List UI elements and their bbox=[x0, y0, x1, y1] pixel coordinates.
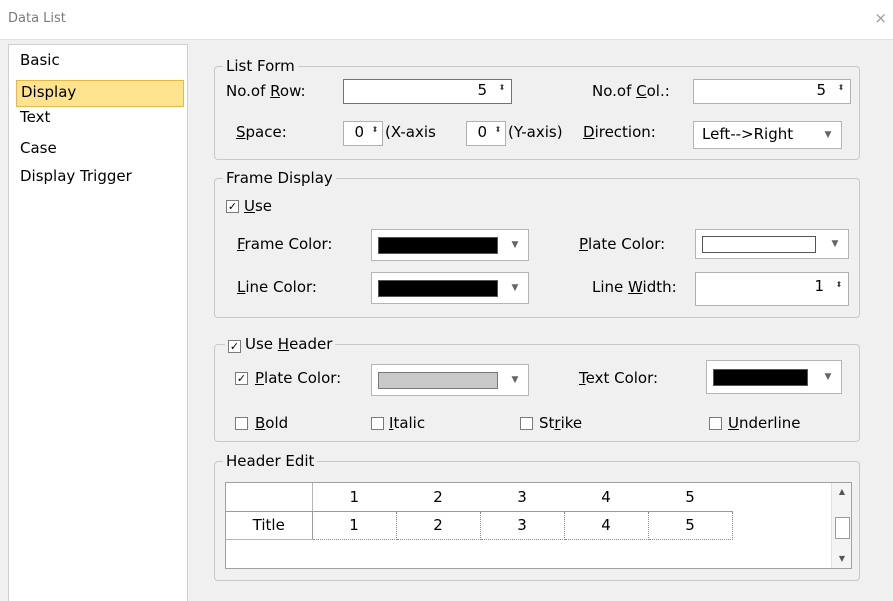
line-width-label: Line Width: bbox=[592, 278, 677, 296]
chevron-down-icon[interactable]: ▼ bbox=[819, 122, 837, 148]
sidebar-item-display[interactable]: Display bbox=[16, 80, 184, 107]
x-axis-label: (X-axis bbox=[385, 123, 436, 141]
y-space-stepper[interactable]: 0 ⬍ bbox=[466, 121, 506, 146]
use-frame-label: Use bbox=[244, 197, 273, 215]
row-count-label: No.of Row: bbox=[226, 82, 306, 100]
direction-label: Direction: bbox=[583, 123, 656, 141]
col-count-stepper[interactable]: 5 ⬍ bbox=[693, 79, 851, 104]
column-header: 5 bbox=[648, 483, 732, 512]
header-plate-color-picker[interactable]: ▼ bbox=[371, 364, 529, 396]
bold-label: Bold bbox=[255, 414, 289, 432]
line-color-label: Line Color: bbox=[237, 278, 317, 296]
sidebar-item-case[interactable]: Case bbox=[16, 137, 184, 164]
table-cell[interactable]: 1 bbox=[312, 511, 397, 540]
table-cell[interactable]: 5 bbox=[648, 511, 733, 540]
frame-display-group: Frame Display ✓ Use Frame Color: ▼ Plate… bbox=[214, 169, 860, 318]
table-cell[interactable]: 2 bbox=[396, 511, 481, 540]
plate-color-swatch bbox=[702, 236, 816, 253]
scroll-down-icon[interactable]: ▼ bbox=[832, 550, 852, 568]
column-header: 1 bbox=[312, 483, 396, 512]
header-edit-legend: Header Edit bbox=[223, 452, 318, 470]
line-color-picker[interactable]: ▼ bbox=[371, 272, 529, 304]
row-header-cell: Title bbox=[226, 511, 313, 540]
header-table: 1 2 3 4 5 Title 1 2 3 4 5 bbox=[226, 483, 733, 540]
line-color-swatch bbox=[378, 280, 498, 297]
list-form-legend: List Form bbox=[223, 57, 298, 75]
spinner-icon[interactable]: ⬍ bbox=[496, 83, 508, 101]
vertical-scrollbar[interactable]: ▲ ▼ bbox=[831, 483, 851, 568]
header-edit-group: Header Edit 1 2 3 4 5 Title 1 2 3 4 5 ▲ … bbox=[214, 452, 860, 581]
chevron-down-icon[interactable]: ▼ bbox=[506, 365, 524, 395]
space-label: Space: bbox=[236, 123, 287, 141]
sidebar-item-text[interactable]: Text bbox=[16, 106, 184, 133]
frame-color-picker[interactable]: ▼ bbox=[371, 229, 529, 261]
column-header: 4 bbox=[564, 483, 648, 512]
spinner-icon[interactable]: ⬍ bbox=[835, 83, 847, 101]
bold-checkbox[interactable] bbox=[235, 417, 248, 430]
scroll-thumb[interactable] bbox=[835, 517, 850, 539]
sidebar-item-basic[interactable]: Basic bbox=[16, 49, 184, 76]
list-form-group: List Form No.of Row: 5 ⬍ No.of Col.: 5 ⬍… bbox=[214, 57, 860, 160]
line-width-value: 1 bbox=[814, 277, 824, 295]
column-header: 2 bbox=[396, 483, 480, 512]
table-header-row: 1 2 3 4 5 bbox=[226, 483, 732, 512]
use-header-checkbox[interactable]: ✓ bbox=[228, 340, 241, 353]
plate-color-label: Plate Color: bbox=[579, 235, 666, 253]
chevron-down-icon[interactable]: ▼ bbox=[506, 230, 524, 260]
category-list: Basic Display Text Case Display Trigger bbox=[8, 44, 188, 601]
spinner-icon[interactable]: ⬍ bbox=[833, 280, 845, 298]
row-count-value: 5 bbox=[477, 81, 487, 99]
frame-color-swatch bbox=[378, 237, 498, 254]
col-count-label: No.of Col.: bbox=[592, 82, 670, 100]
close-icon[interactable]: × bbox=[874, 9, 887, 27]
italic-label: Italic bbox=[389, 414, 426, 432]
title-bar: Data List × bbox=[0, 0, 893, 40]
underline-label: Underline bbox=[728, 414, 801, 432]
y-axis-label: (Y-axis) bbox=[508, 123, 563, 141]
y-space-value: 0 bbox=[477, 123, 487, 141]
frame-color-label: Frame Color: bbox=[237, 235, 333, 253]
table-cell[interactable]: 3 bbox=[480, 511, 565, 540]
spinner-icon[interactable]: ⬍ bbox=[369, 125, 381, 143]
table-corner-cell bbox=[226, 483, 313, 512]
col-count-value: 5 bbox=[816, 81, 826, 99]
line-width-stepper[interactable]: 1 ⬍ bbox=[695, 272, 849, 306]
x-space-value: 0 bbox=[354, 123, 364, 141]
scroll-up-icon[interactable]: ▲ bbox=[832, 483, 852, 501]
strike-label: Strike bbox=[539, 414, 583, 432]
plate-color-picker[interactable]: ▼ bbox=[695, 229, 849, 259]
header-plate-color-label: Plate Color: bbox=[255, 369, 342, 387]
table-row: Title 1 2 3 4 5 bbox=[226, 511, 733, 540]
header-plate-color-swatch bbox=[378, 372, 498, 389]
data-list-dialog: Data List × Basic Display Text Case Disp… bbox=[0, 0, 893, 601]
italic-checkbox[interactable] bbox=[371, 417, 384, 430]
chevron-down-icon[interactable]: ▼ bbox=[826, 230, 844, 258]
table-cell[interactable]: 4 bbox=[564, 511, 649, 540]
column-header: 3 bbox=[480, 483, 564, 512]
use-header-legend: ✓ Use Header bbox=[225, 335, 336, 353]
underline-checkbox[interactable] bbox=[709, 417, 722, 430]
spinner-icon[interactable]: ⬍ bbox=[492, 125, 504, 143]
header-plate-color-checkbox[interactable]: ✓ bbox=[235, 372, 248, 385]
x-space-stepper[interactable]: 0 ⬍ bbox=[343, 121, 383, 146]
header-text-color-label: Text Color: bbox=[579, 369, 659, 387]
window-title: Data List bbox=[8, 11, 66, 26]
header-text-color-swatch bbox=[713, 369, 808, 386]
use-frame-checkbox[interactable]: ✓ bbox=[226, 200, 239, 213]
use-header-group: ✓ Use Header ✓ Plate Color: ▼ Text Color:… bbox=[214, 335, 860, 442]
header-edit-grid[interactable]: 1 2 3 4 5 Title 1 2 3 4 5 ▲ ▼ bbox=[225, 482, 852, 569]
chevron-down-icon[interactable]: ▼ bbox=[819, 361, 837, 393]
row-count-stepper[interactable]: 5 ⬍ bbox=[343, 79, 512, 104]
frame-display-legend: Frame Display bbox=[223, 169, 336, 187]
strike-checkbox[interactable] bbox=[520, 417, 533, 430]
chevron-down-icon[interactable]: ▼ bbox=[506, 273, 524, 303]
direction-value: Left-->Right bbox=[702, 125, 794, 143]
header-text-color-picker[interactable]: ▼ bbox=[706, 360, 842, 394]
direction-select[interactable]: Left-->Right ▼ bbox=[693, 121, 842, 149]
sidebar-item-display-trigger[interactable]: Display Trigger bbox=[16, 165, 184, 192]
